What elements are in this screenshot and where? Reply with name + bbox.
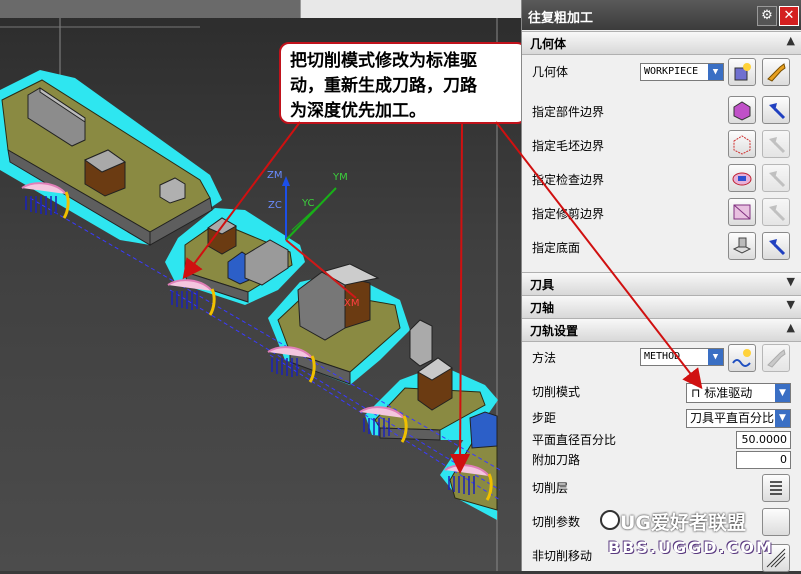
callout-line-2: 动，重新生成刀路，刀路 (290, 76, 477, 96)
method-row: 方法 METHOD ▼ (522, 342, 801, 374)
wechat-logo-icon (600, 510, 620, 530)
watermark: UG爱好者联盟 BBS.UGGD.COM (600, 508, 800, 568)
section-geometry-label: 几何体 (530, 37, 567, 51)
watermark-line-1: UG爱好者联盟 (620, 512, 747, 534)
axis-label-zm: ZM (267, 170, 282, 181)
additional-passes-input[interactable]: 0 (736, 451, 791, 469)
flat-percent-row: 平面直径百分比 50.0000 (522, 430, 801, 450)
chevron-down-icon: ▼ (775, 410, 790, 427)
new-geometry-button[interactable] (728, 58, 756, 86)
cut-levels-button[interactable] (762, 474, 790, 502)
stepover-value: 刀具平直百分比 (690, 411, 775, 425)
flashlight-icon[interactable] (762, 96, 790, 124)
callout-line-1: 把切削模式修改为标准驱 (290, 51, 477, 71)
annotation-callout: 把切削模式修改为标准驱 动，重新生成刀路，刀路 为深度优先加工。 (279, 42, 521, 124)
part-boundary-label: 指定部件边界 (532, 105, 605, 119)
section-geometry[interactable]: 几何体 ▲ (522, 31, 801, 55)
section-axis[interactable]: 刀轴 ▼ (522, 295, 801, 319)
chevron-down-icon: ▼ (786, 298, 795, 311)
chevron-down-icon: ▼ (708, 349, 723, 365)
axis-label-xm: XM (344, 298, 359, 309)
trim-boundary-label: 指定修剪边界 (532, 207, 605, 221)
stepover-select[interactable]: 刀具平直百分比 ▼ (686, 409, 791, 428)
trim-boundary-row: 指定修剪边界 (522, 198, 801, 230)
gear-icon[interactable]: ⚙ (757, 6, 777, 26)
edit-geometry-button[interactable] (762, 58, 790, 86)
dialog-title: 往复粗加工 (528, 11, 594, 26)
section-axis-label: 刀轴 (530, 301, 555, 315)
new-method-button[interactable] (728, 344, 756, 372)
cut-params-label: 切削参数 (532, 515, 581, 529)
cut-levels-row: 切削层 (522, 472, 801, 504)
cut-levels-label: 切削层 (532, 481, 569, 495)
non-cut-moves-label: 非切削移动 (532, 549, 593, 563)
geometry-label: 几何体 (532, 65, 569, 79)
section-path-settings-label: 刀轨设置 (530, 324, 579, 338)
additional-passes-row: 附加刀路 0 (522, 450, 801, 470)
check-boundary-label: 指定检查边界 (532, 173, 605, 187)
close-icon[interactable]: ✕ (779, 6, 799, 26)
floor-button[interactable] (728, 232, 756, 260)
graphics-viewport[interactable]: ZM YM ZC YC XM 把切削模式修改为标准驱 动，重新生成刀路，刀路 为… (0, 0, 521, 571)
blank-boundary-row: 指定毛坯边界 (522, 130, 801, 162)
cut-mode-label: 切削模式 (532, 385, 581, 399)
cut-mode-row: 切削模式 ⊓ 标准驱动 ▼ (522, 378, 801, 406)
check-boundary-button[interactable] (728, 164, 756, 192)
method-label: 方法 (532, 351, 557, 365)
operation-dialog: 往复粗加工 ⚙ ✕ 几何体 ▲ 几何体 WORKPIECE ▼ 指定部件边界 指定… (521, 0, 801, 572)
cut-mode-select[interactable]: ⊓ 标准驱动 ▼ (686, 383, 791, 403)
floor-label: 指定底面 (532, 241, 581, 255)
axis-label-yc: YC (301, 198, 315, 209)
floor-row: 指定底面 (522, 232, 801, 264)
section-tool-label: 刀具 (530, 278, 555, 292)
geometry-select-value: WORKPIECE (644, 66, 699, 77)
cut-mode-value: 标准驱动 (704, 386, 753, 400)
section-tool[interactable]: 刀具 ▼ (522, 272, 801, 296)
axis-label-zc: ZC (268, 200, 282, 211)
part-boundary-button[interactable] (728, 96, 756, 124)
chevron-down-icon: ▼ (775, 384, 790, 402)
additional-passes-label: 附加刀路 (532, 453, 581, 467)
stepover-row: 步距 刀具平直百分比 ▼ (522, 406, 801, 430)
watermark-line-2: BBS.UGGD.COM (608, 538, 774, 557)
check-boundary-row: 指定检查边界 (522, 164, 801, 196)
blank-boundary-button[interactable] (728, 130, 756, 158)
trim-boundary-button[interactable] (728, 198, 756, 226)
stepover-label: 步距 (532, 411, 557, 425)
method-select-value: METHOD (644, 351, 681, 362)
method-select[interactable]: METHOD ▼ (640, 348, 724, 366)
geometry-select[interactable]: WORKPIECE ▼ (640, 63, 724, 81)
chevron-down-icon: ▼ (786, 275, 795, 288)
flashlight-disabled-icon[interactable] (762, 130, 790, 158)
flashlight-icon[interactable] (762, 232, 790, 260)
dialog-titlebar: 往复粗加工 ⚙ ✕ (522, 0, 801, 30)
part-boundary-row: 指定部件边界 (522, 96, 801, 128)
flat-percent-input[interactable]: 50.0000 (736, 431, 791, 449)
geometry-row: 几何体 WORKPIECE ▼ (522, 56, 801, 88)
callout-line-3: 为深度优先加工。 (290, 101, 426, 121)
axis-label-ym: YM (332, 172, 348, 183)
flashlight-disabled-icon[interactable] (762, 198, 790, 226)
chevron-up-icon: ▲ (786, 34, 795, 47)
blank-boundary-label: 指定毛坯边界 (532, 139, 605, 153)
chevron-down-icon: ▼ (708, 64, 723, 80)
flat-percent-label: 平面直径百分比 (532, 433, 617, 447)
chevron-up-icon: ▲ (786, 321, 795, 334)
section-path-settings[interactable]: 刀轨设置 ▲ (522, 318, 801, 342)
cut-mode-icon: ⊓ (691, 386, 701, 400)
edit-method-button[interactable] (762, 344, 790, 372)
flashlight-disabled-icon[interactable] (762, 164, 790, 192)
